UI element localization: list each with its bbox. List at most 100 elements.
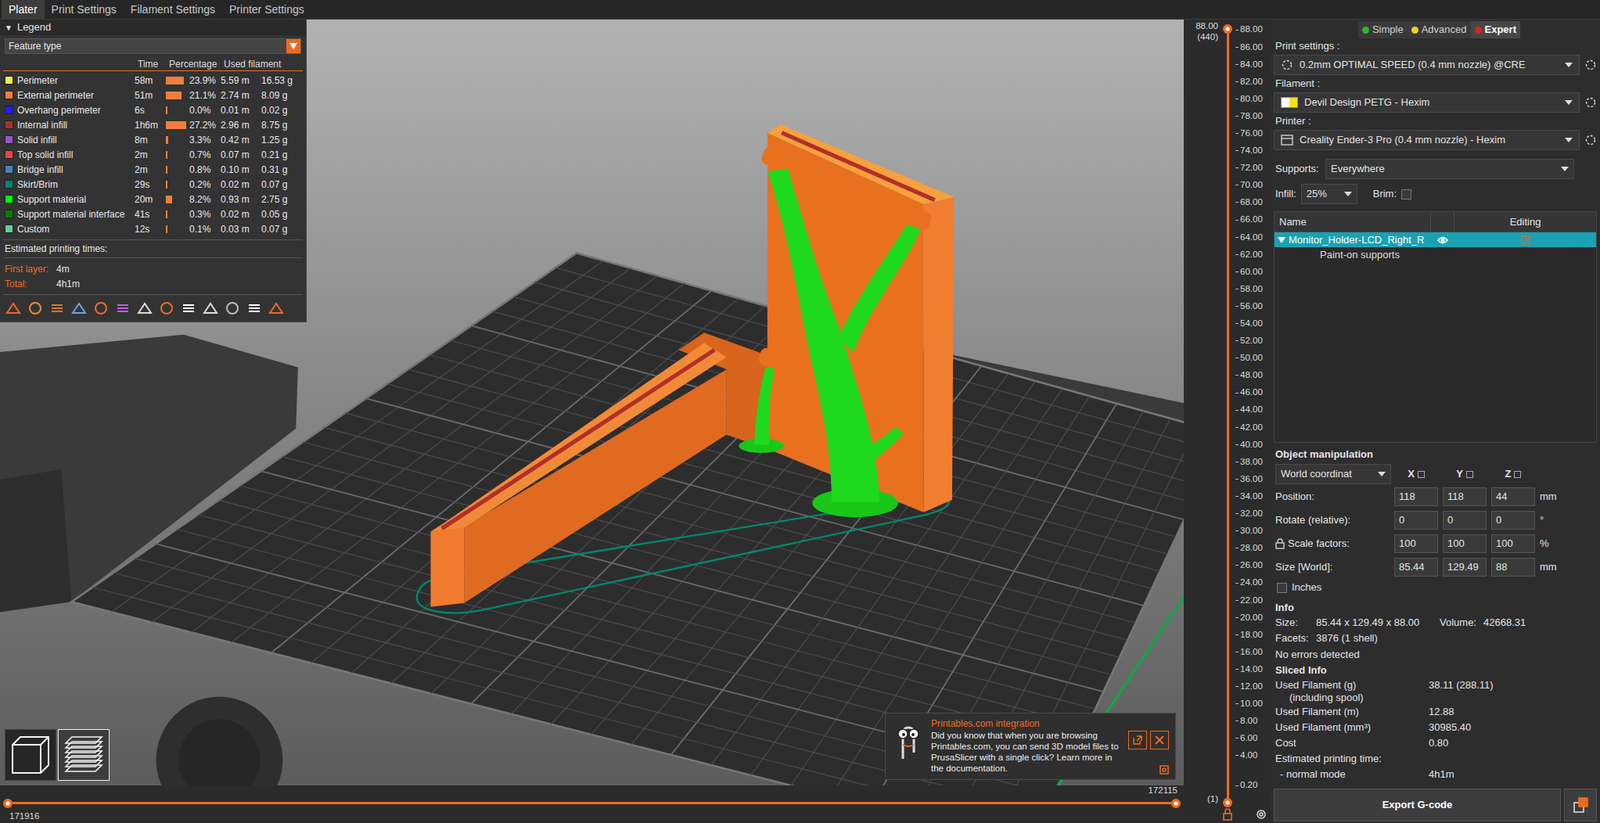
lock-icon[interactable]	[1219, 807, 1236, 822]
brim-checkbox[interactable]	[1401, 189, 1412, 200]
layer-tick: 44.00	[1235, 401, 1271, 419]
edit-icon[interactable]	[1520, 235, 1531, 245]
value-input[interactable]: 100	[1491, 534, 1536, 554]
legend-option-icon[interactable]	[26, 299, 44, 317]
value-input[interactable]: 44	[1491, 487, 1536, 507]
legend-option-icon[interactable]	[201, 299, 220, 317]
legend-row[interactable]: Internal infill1h6m27.2%2.96 m8.75 g	[4, 117, 302, 133]
reset-icon[interactable]	[1584, 133, 1597, 147]
reset-icon[interactable]	[1584, 58, 1597, 72]
mode-button[interactable]: Advanced	[1407, 21, 1471, 39]
export-gcode-button[interactable]: Export G-code	[1273, 788, 1561, 822]
legend-row[interactable]: External perimeter51m21.1%2.74 m8.09 g	[4, 87, 302, 103]
legend-option-icon[interactable]	[136, 299, 154, 317]
legend-option-icon[interactable]	[223, 299, 241, 317]
legend-option-icon[interactable]	[158, 299, 176, 317]
legend-option-icon[interactable]	[48, 299, 66, 317]
mode-switch: SimpleAdvancedExpert	[1273, 21, 1597, 39]
gear-icon[interactable]	[1254, 808, 1268, 821]
reset-icon[interactable]	[1280, 58, 1294, 72]
value-input[interactable]: 88	[1491, 557, 1536, 577]
coordinates-dropdown[interactable]: World coordinat	[1275, 463, 1392, 485]
tab[interactable]: Printer Settings	[222, 0, 312, 19]
legend-option-icon[interactable]	[267, 299, 285, 317]
value-input[interactable]: 100	[1394, 534, 1439, 554]
high-thumb[interactable]	[1170, 798, 1182, 809]
lock-icon[interactable]	[1275, 538, 1285, 550]
legend-row[interactable]: Perimeter58m23.9%5.59 m16.53 g	[4, 72, 302, 88]
notification: Printables.com integrationDid you know t…	[884, 712, 1176, 781]
preset-combo[interactable]: Devil Design PETG - Hexim	[1273, 92, 1580, 113]
inches-checkbox[interactable]	[1276, 582, 1288, 594]
low-thumb[interactable]	[2, 798, 14, 809]
axis-label: X	[1394, 466, 1439, 482]
legend-row[interactable]: Overhang perimeter6s0.0%0.01 m0.02 g	[4, 102, 302, 118]
bottom-layer: (1)	[1207, 793, 1219, 805]
legend-row[interactable]: Support material interface41s0.3%0.02 m0…	[4, 206, 302, 222]
preset-combo[interactable]: 0.2mm OPTIMAL SPEED (0.4 mm nozzle) @CRE	[1273, 54, 1580, 76]
value-input[interactable]: 0	[1491, 510, 1536, 530]
legend-option-icon[interactable]	[245, 299, 263, 317]
tab[interactable]: Print Settings	[44, 0, 124, 19]
tab[interactable]: Filament Settings	[123, 0, 223, 19]
legend-option-icon[interactable]	[179, 299, 198, 317]
preset-combo[interactable]: Creality Ender-3 Pro (0.4 mm nozzle) - H…	[1273, 129, 1580, 151]
legend-option-icon[interactable]	[92, 299, 110, 317]
legend-option-icon[interactable]	[114, 299, 132, 317]
close-button[interactable]	[1150, 730, 1169, 750]
legend-row[interactable]: Bridge infill2m0.8%0.10 m0.31 g	[4, 161, 302, 177]
mode-button[interactable]: Simple	[1358, 21, 1408, 39]
legend-row[interactable]: Skirt/Brim29s0.2%0.02 m0.07 g	[4, 176, 302, 192]
value-input[interactable]: 118	[1442, 487, 1487, 507]
color-swatch	[4, 105, 14, 115]
settings-icon[interactable]	[1159, 765, 1169, 775]
view-toggle[interactable]	[4, 729, 57, 781]
slider-track[interactable]	[7, 797, 1176, 810]
send-button[interactable]	[1564, 788, 1597, 822]
eye-icon[interactable]	[1437, 236, 1449, 245]
bottom-thumb[interactable]	[1222, 797, 1234, 809]
print-bed	[71, 253, 1184, 786]
legend-header[interactable]: ▼Legend	[0, 19, 306, 36]
layer-tick: 20.00	[1235, 608, 1271, 626]
value-input[interactable]: 85.44	[1394, 557, 1439, 577]
layer-tick: 60.00	[1235, 262, 1271, 281]
value-input[interactable]: 118	[1394, 487, 1439, 507]
layer-tick: 70.00	[1235, 176, 1271, 195]
expander-icon[interactable]	[1277, 237, 1286, 244]
manipulation-row: Scale factors:100100100%	[1273, 532, 1597, 556]
legend-row[interactable]: Top solid infill2m0.7%0.07 m0.21 g	[4, 147, 302, 162]
notification-title: Printables.com integration	[931, 718, 1122, 730]
value-input[interactable]: 100	[1442, 534, 1487, 554]
layer-tick: 14.00	[1235, 660, 1271, 678]
layer-tick: 50.00	[1235, 349, 1271, 367]
object-list-row[interactable]: Monitor_Holder-LCD_Right_R	[1274, 232, 1597, 248]
percentage-bar	[165, 195, 173, 204]
legend-option-icon[interactable]	[70, 299, 88, 317]
value-input[interactable]: 0	[1442, 510, 1487, 530]
viewport[interactable]: ▼LegendFeature typeTimePercentageUsed fi…	[0, 19, 1184, 786]
color-swatch	[4, 194, 14, 204]
tab[interactable]: Plater	[1, 0, 45, 19]
legend-row[interactable]: Support material20m8.2%0.93 m2.75 g	[4, 191, 302, 207]
open-button[interactable]	[1128, 730, 1147, 750]
color-swatch	[4, 150, 14, 159]
legend-option-icon[interactable]	[4, 299, 22, 317]
low-value: 171916	[9, 809, 40, 823]
printer-icon	[1280, 134, 1294, 146]
layer-tick: 84.00	[1235, 55, 1271, 73]
time-row: Total:4h1m	[4, 276, 302, 292]
legend-row[interactable]: Custom12s0.1%0.03 m0.07 g	[4, 221, 302, 237]
mode-button[interactable]: Expert	[1470, 21, 1521, 39]
legend-row[interactable]: Solid infill8m3.3%0.42 m1.25 g	[4, 132, 302, 148]
view-type-dropdown[interactable]: Feature type	[4, 38, 302, 54]
value-input[interactable]: 129.49	[1442, 557, 1487, 577]
layer-track[interactable]	[1219, 19, 1236, 806]
reset-icon[interactable]	[1584, 96, 1597, 109]
view-toggle[interactable]	[57, 729, 110, 781]
infill-dropdown[interactable]: 25%	[1301, 183, 1358, 205]
top-thumb[interactable]	[1222, 23, 1234, 35]
object-list-row[interactable]: Paint-on supports	[1274, 247, 1597, 263]
value-input[interactable]: 0	[1394, 510, 1439, 530]
supports-dropdown[interactable]: Everywhere	[1325, 158, 1575, 180]
